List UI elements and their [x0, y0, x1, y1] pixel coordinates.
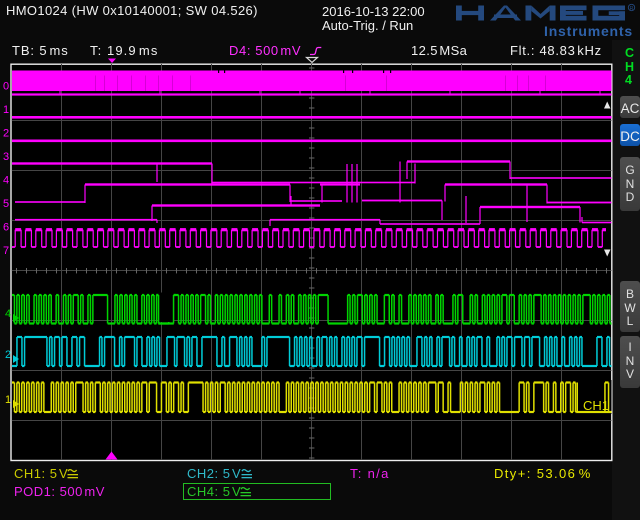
svg-text:4: 4 [3, 175, 9, 187]
svg-text:CH1: CH1 [583, 398, 609, 413]
svg-text:5: 5 [3, 198, 9, 210]
svg-text:2: 2 [5, 349, 11, 361]
svg-text:1: 1 [5, 394, 11, 406]
svg-text:4: 4 [5, 308, 11, 320]
svg-text:3: 3 [3, 151, 9, 163]
svg-text:R: R [630, 6, 634, 12]
svg-text:0: 0 [3, 81, 9, 93]
svg-text:1: 1 [3, 104, 9, 116]
svg-text:2: 2 [3, 128, 9, 140]
svg-text:7: 7 [3, 245, 9, 257]
svg-text:6: 6 [3, 222, 9, 234]
